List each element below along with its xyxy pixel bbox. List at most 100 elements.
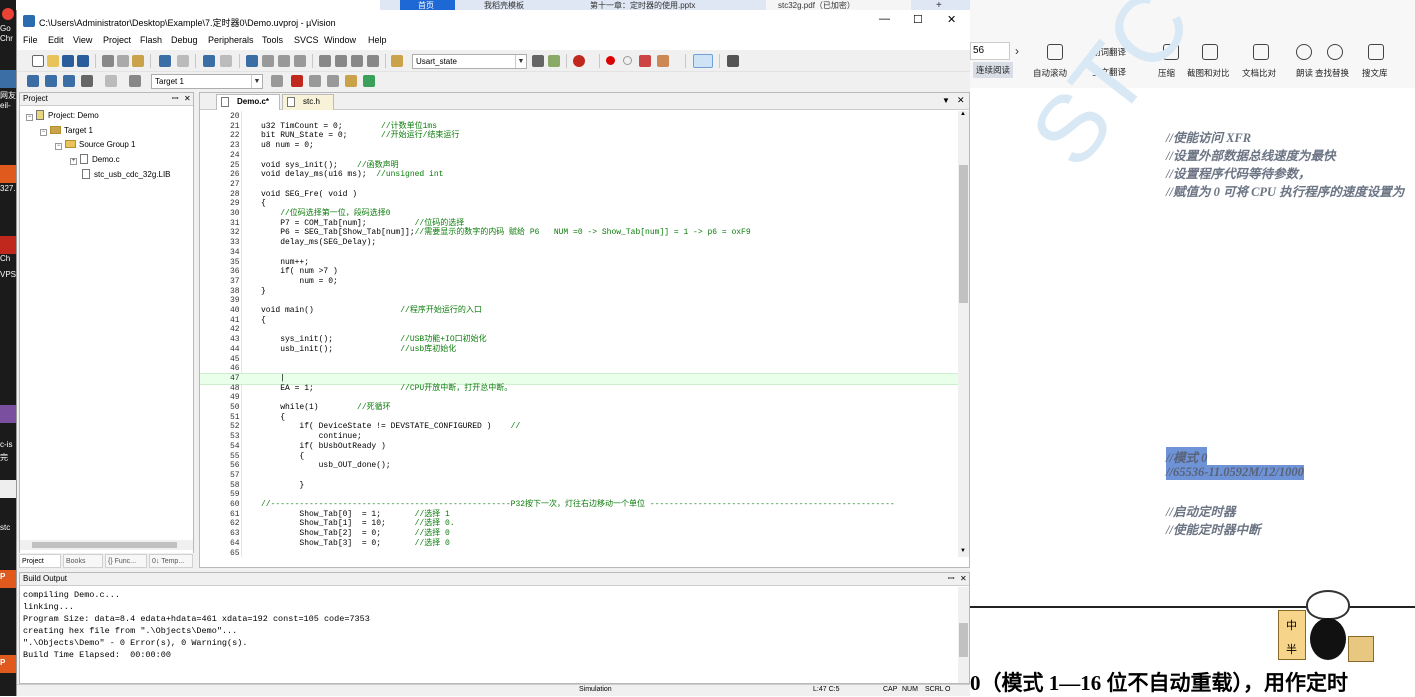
code-line[interactable]: 21 u32 TimCount = 0; //计数单位1ms [200,122,958,132]
code-line[interactable]: 32 P6 = SEG_Tab[Show_Tab[num]];//需要显示的数字… [200,228,958,238]
wps-icon[interactable] [0,236,16,254]
next-page-icon[interactable]: › [1015,44,1019,58]
menu-edit[interactable]: Edit [48,35,64,45]
minimize-button[interactable]: — [879,13,890,25]
code-line[interactable]: 46 [200,364,958,374]
code-line[interactable]: 29 { [200,199,958,209]
bookmark-icon[interactable] [246,55,258,67]
code-line[interactable]: 44 usb_init(); //usb库初始化 [200,345,958,355]
uncomment-icon[interactable] [367,55,379,67]
rebuild-icon[interactable] [63,75,75,87]
code-line[interactable]: 56 usb_OUT_done(); [200,461,958,471]
code-line[interactable]: 23 u8 num = 0; [200,141,958,151]
code-line[interactable]: 27 [200,180,958,190]
tree-item-demo-c[interactable]: + Demo.c [70,153,120,166]
code-line[interactable]: 36 if( num >7 ) [200,267,958,277]
tab-books[interactable]: Books [63,554,103,568]
code-line[interactable]: 20 [200,112,958,122]
prev-bookmark-icon[interactable] [262,55,274,67]
tab-pptx[interactable]: 第十一章：定时器的使用.pptx [578,0,718,10]
code-line[interactable]: 47 | [200,372,958,385]
paste-icon[interactable] [132,55,144,67]
menu-svcs[interactable]: SVCS [294,35,319,45]
menu-tools[interactable]: Tools [262,35,283,45]
tab-templates[interactable]: 0↓ Temp... [149,554,193,568]
new-file-icon[interactable] [32,55,44,67]
enable-breakpoint-icon[interactable] [623,56,632,65]
code-line[interactable]: 38} [200,287,958,297]
code-line[interactable]: 33 delay_ms(SEG_Delay); [200,238,958,248]
chevron-down-icon[interactable]: ▼ [251,75,262,88]
code-area[interactable]: 20 21 u32 TimCount = 0; //计数单位1ms 22 bit RUN… [200,111,958,557]
configure-icon[interactable] [727,55,739,67]
tree-item-lib[interactable]: stc_usb_cdc_32g.LIB [82,168,171,181]
kill-breakpoints-icon[interactable] [657,55,669,67]
tab-pdf[interactable]: stc32g.pdf（已加密） [766,0,911,10]
copy-icon[interactable] [117,55,129,67]
translate-icon[interactable] [27,75,39,87]
build-vertical-scrollbar[interactable] [958,587,969,683]
build-icon[interactable] [45,75,57,87]
pin-icon[interactable]: ꟷ [948,573,955,585]
menu-flash[interactable]: Flash [140,35,162,45]
pack-installer-icon[interactable] [363,75,375,87]
tree-item-project[interactable]: − Project: Demo [26,109,99,122]
pdf-comment-selected[interactable]: //65536-11.0592M/12/1000 [1166,465,1304,480]
code-line[interactable]: 35 num++; [200,258,958,268]
code-line[interactable]: 54 if( bUsbOutReady ) [200,442,958,452]
tree-item-source-group[interactable]: − Source Group 1 [55,138,135,151]
manage-rte-icon[interactable] [345,75,357,87]
code-line[interactable]: 34 [200,248,958,258]
batch-build-icon[interactable] [81,75,93,87]
breakpoint-icon[interactable] [606,56,615,65]
code-line[interactable]: 61 Show_Tab[0] = 1; //选择 1 [200,510,958,520]
close-button[interactable]: ✕ [947,13,956,26]
desktop-file-icon[interactable] [0,480,16,498]
code-line[interactable]: 53 continue; [200,432,958,442]
menu-project[interactable]: Project [103,35,131,45]
unindent-icon[interactable] [335,55,347,67]
new-tab-button[interactable]: + [936,0,950,10]
expand-icon[interactable]: + [70,158,77,165]
code-line[interactable]: 51 { [200,413,958,423]
code-line[interactable]: 65 [200,549,958,558]
disable-breakpoints-icon[interactable] [639,55,651,67]
next-bookmark-icon[interactable] [278,55,290,67]
code-line[interactable]: 39 [200,296,958,306]
code-line[interactable]: 30 //位码选择第一位，段码选择0 [200,209,958,219]
pin-icon[interactable]: ꟷ [172,93,179,105]
code-line[interactable]: 60 //------------------------------------… [200,500,958,510]
code-line[interactable]: 42 [200,325,958,335]
page-number-field[interactable]: 56 [970,42,1010,60]
scrollbar-thumb[interactable] [32,542,177,548]
redo-icon[interactable] [177,55,189,67]
code-line[interactable]: 63 Show_Tab[2] = 0; //选择 0 [200,529,958,539]
desktop-app-icon[interactable] [0,70,16,88]
chevron-down-icon[interactable]: ▼ [515,55,526,68]
tab-project[interactable]: Project [19,554,61,568]
maximize-button[interactable]: ☐ [913,13,923,26]
code-line[interactable]: 58 } [200,481,958,491]
nav-forward-icon[interactable] [220,55,232,67]
menu-view[interactable]: View [73,35,92,45]
tab-list-icon[interactable]: ▼ [942,96,950,105]
select-packs-icon[interactable] [327,75,339,87]
code-line[interactable]: 64 Show_Tab[3] = 0; //选择 0 [200,539,958,549]
manage-project-items-icon[interactable] [291,75,303,87]
code-line[interactable]: 49 [200,393,958,403]
find-in-files-icon[interactable] [391,55,403,67]
scroll-down-icon[interactable]: ▼ [960,548,966,554]
code-line[interactable]: 43 sys_init(); //USB功能+IO口初始化 [200,335,958,345]
cut-icon[interactable] [102,55,114,67]
code-line[interactable]: 45 [200,355,958,365]
code-line[interactable]: 41 { [200,316,958,326]
collapse-icon[interactable]: − [26,114,33,121]
code-line[interactable]: 37 num = 0; [200,277,958,287]
save-all-icon[interactable] [77,55,89,67]
comment-icon[interactable] [351,55,363,67]
chrome-icon[interactable] [2,8,14,20]
close-panel-icon[interactable]: ✕ [960,573,967,585]
save-icon[interactable] [62,55,74,67]
open-file-icon[interactable] [47,55,59,67]
window-layout-icon[interactable] [693,54,713,68]
